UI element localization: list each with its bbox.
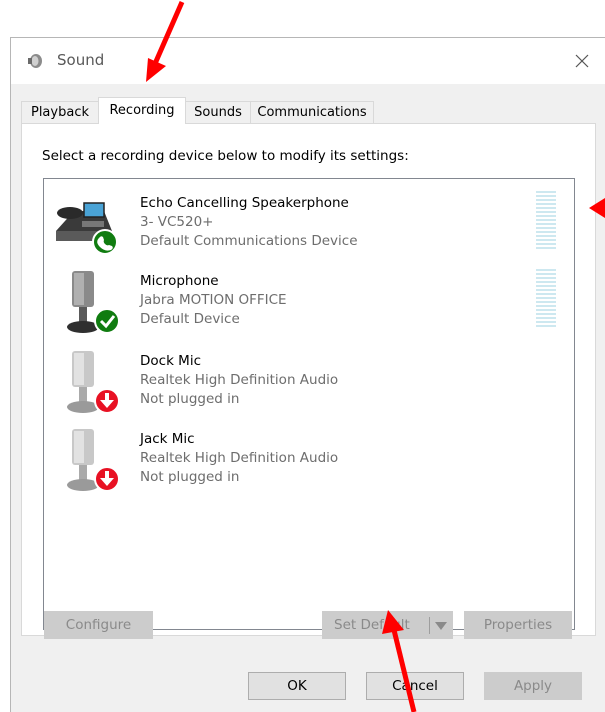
device-status: Default Device (140, 311, 240, 327)
microphone-icon (67, 429, 120, 492)
annotation-arrow-meter (589, 198, 605, 218)
device-name: Jack Mic (140, 431, 195, 447)
title-bar: Sound (11, 38, 605, 84)
microphone-icon (67, 271, 120, 334)
speaker-icon (28, 54, 42, 68)
microphone-icon (67, 351, 120, 414)
device-item-dock-mic[interactable]: Dock Mic Realtek High Definition Audio N… (52, 349, 562, 421)
sound-dialog: Sound Playback Recording Sounds Communic… (10, 37, 605, 712)
window-title: Sound (57, 51, 105, 69)
device-item-jack-mic[interactable]: Jack Mic Realtek High Definition Audio N… (52, 427, 562, 499)
tab-communications[interactable]: Communications (250, 101, 374, 123)
apply-button[interactable]: Apply (484, 672, 582, 700)
ok-button[interactable]: OK (248, 672, 346, 700)
check-badge-icon (94, 308, 120, 334)
close-button[interactable] (559, 38, 605, 84)
chevron-down-icon[interactable] (435, 622, 447, 630)
close-icon (575, 54, 589, 68)
tab-playback[interactable]: Playback (21, 101, 99, 123)
phone-badge-icon (92, 229, 118, 255)
device-status: Not plugged in (140, 391, 240, 407)
device-status: Not plugged in (140, 469, 240, 485)
tab-sounds[interactable]: Sounds (185, 101, 251, 123)
device-name: Dock Mic (140, 353, 202, 369)
tab-recording[interactable]: Recording (98, 97, 186, 124)
recording-device-list[interactable]: Echo Cancelling Speakerphone 3- VC520+ D… (43, 178, 575, 630)
device-name: Echo Cancelling Speakerphone (140, 195, 349, 211)
device-name: Microphone (140, 273, 219, 289)
device-item-microphone[interactable]: Microphone Jabra MOTION OFFICE Default D… (52, 269, 562, 341)
level-meter (536, 269, 556, 327)
device-subtitle: 3- VC520+ (140, 214, 214, 230)
instruction-text: Select a recording device below to modif… (42, 148, 409, 164)
level-meter (536, 191, 556, 249)
configure-button[interactable]: Configure (44, 611, 153, 639)
device-item-echo-cancelling-speakerphone[interactable]: Echo Cancelling Speakerphone 3- VC520+ D… (52, 191, 562, 263)
annotation-arrow-set-default (382, 610, 417, 712)
properties-button[interactable]: Properties (464, 611, 572, 639)
device-subtitle: Jabra MOTION OFFICE (140, 292, 287, 308)
device-subtitle: Realtek High Definition Audio (140, 450, 339, 466)
device-subtitle: Realtek High Definition Audio (140, 372, 339, 388)
annotation-arrow-recording-tab (146, 0, 185, 82)
device-status: Default Communications Device (140, 233, 358, 249)
speakerphone-icon (56, 202, 118, 255)
